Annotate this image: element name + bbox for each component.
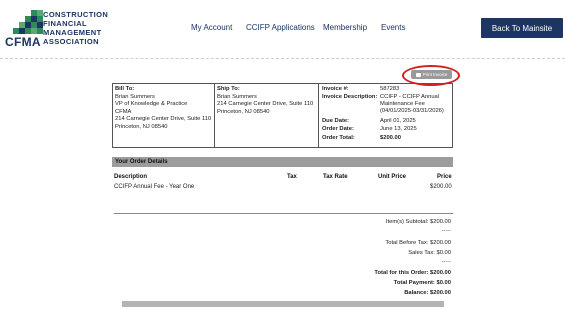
header-divider <box>0 58 565 59</box>
summary-dashes: ----- <box>441 259 451 265</box>
bill-to-line: VP of Knowledge & Practice <box>115 101 188 108</box>
bill-to-section: Bill To: Brian Summers VP of Knowledge &… <box>113 84 215 147</box>
col-price: Price <box>437 174 452 180</box>
cfma-logo[interactable]: CFMA CONSTRUCTION FINANCIAL MANAGEMENT A… <box>5 10 125 50</box>
bill-to-heading: Bill To: <box>115 86 135 92</box>
nav-events[interactable]: Events <box>381 23 405 32</box>
logo-name: CONSTRUCTION FINANCIAL MANAGEMENT ASSOCI… <box>43 10 109 46</box>
items-divider <box>114 213 453 214</box>
logo-abbr: CFMA <box>5 35 41 49</box>
site-header: CFMA CONSTRUCTION FINANCIAL MANAGEMENT A… <box>0 0 565 58</box>
item-price: $200.00 <box>430 184 452 190</box>
total-payment-row: Total Payment: $0.00 <box>393 280 451 286</box>
back-to-mainsite-button[interactable]: Back To Mainsite <box>481 18 563 38</box>
col-unit-price: Unit Price <box>378 174 407 180</box>
order-total-row: Total for this Order: $200.00 <box>374 270 451 276</box>
ship-to-line: Brian Summers <box>217 93 257 100</box>
subtotal-row: Item(s) Subtotal: $200.00 <box>385 219 451 225</box>
invoice-info-section: Invoice #: 587283 Invoice Description: C… <box>322 86 444 141</box>
nav-membership[interactable]: Membership <box>323 23 367 32</box>
ship-to-heading: Ship To: <box>217 86 240 92</box>
horizontal-scrollbar[interactable] <box>122 301 444 307</box>
ship-to-line: Princeton, NJ 08540 <box>217 108 270 115</box>
ship-to-line: 214 Carnegie Center Drive, Suite 110 <box>217 101 314 108</box>
balance-row: Balance: $200.00 <box>404 290 451 296</box>
bill-to-line: CFMA <box>115 108 132 115</box>
ship-to-section: Ship To: Brian Summers 214 Carnegie Cent… <box>215 84 319 147</box>
bill-to-line: Brian Summers <box>115 93 155 100</box>
bill-to-line: Princeton, NJ 08540 <box>115 123 168 130</box>
logo-squares-icon <box>5 10 43 36</box>
bill-to-line: 214 Carnegie Center Drive, Suite 110 <box>115 116 212 123</box>
summary-dashes: ----- <box>441 228 451 234</box>
invoice-header-box: Bill To: Brian Summers VP of Knowledge &… <box>112 83 453 148</box>
col-description: Description <box>114 174 148 180</box>
nav-my-account[interactable]: My Account <box>191 23 232 32</box>
col-tax-rate: Tax Rate <box>323 174 348 180</box>
item-description: CCIFP Annual Fee - Year One <box>114 184 195 190</box>
order-details-header: Your Order Details <box>112 157 453 167</box>
total-before-tax-row: Total Before Tax: $200.00 <box>385 240 451 246</box>
nav-ccifp-applications[interactable]: CCIFP Applications <box>246 23 315 32</box>
sales-tax-row: Sales Tax: $0.00 <box>408 250 451 256</box>
col-tax: Tax <box>287 174 297 180</box>
